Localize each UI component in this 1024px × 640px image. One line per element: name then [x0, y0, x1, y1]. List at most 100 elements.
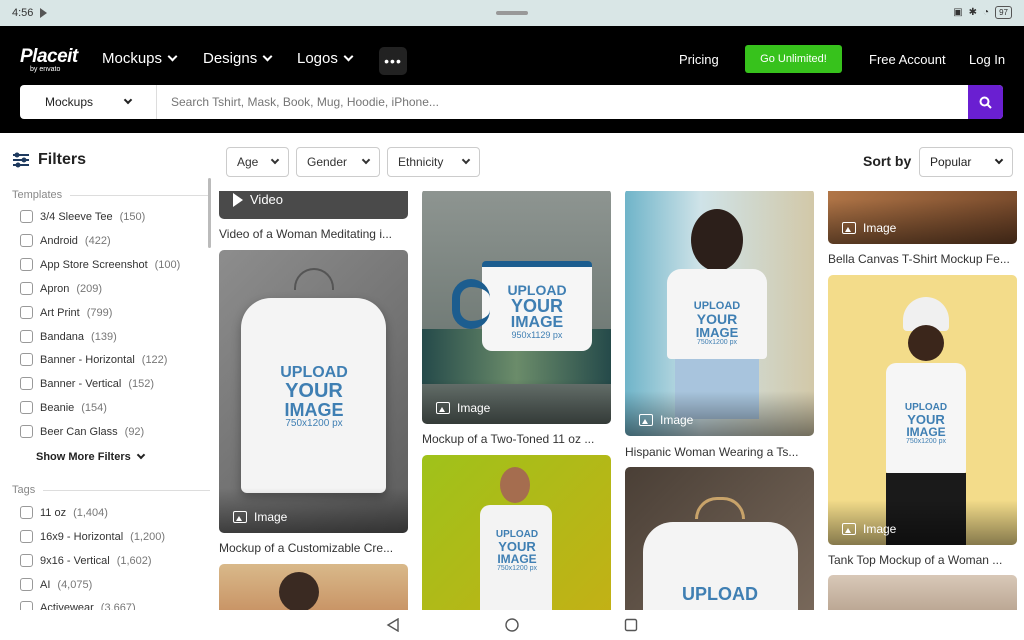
- ethnicity-filter-dropdown[interactable]: Ethnicity: [387, 147, 480, 177]
- checkbox[interactable]: [20, 554, 33, 567]
- show-more-filters-button[interactable]: Show More Filters: [36, 450, 145, 463]
- result-card-sweatshirt[interactable]: UPLOAD YOUR IMAGE 750x1200 px Image: [219, 250, 408, 533]
- results-grid: Video Video of a Woman Meditating i... U…: [212, 191, 1024, 610]
- pricing-link[interactable]: Pricing: [679, 52, 719, 67]
- filter-item-count: (154): [81, 401, 107, 414]
- card-caption[interactable]: Hispanic Woman Wearing a Ts...: [625, 445, 814, 459]
- checkbox[interactable]: [20, 210, 33, 223]
- card-caption[interactable]: Mockup of a Customizable Cre...: [219, 541, 408, 555]
- checkbox[interactable]: [20, 401, 33, 414]
- result-card-video[interactable]: Video: [219, 191, 408, 219]
- filter-item-count: (3,667): [100, 601, 136, 611]
- menu-mockups[interactable]: Mockups: [102, 50, 178, 67]
- free-account-link[interactable]: Free Account: [869, 52, 946, 67]
- go-unlimited-button[interactable]: Go Unlimited!: [745, 45, 842, 73]
- checkbox[interactable]: [20, 330, 33, 343]
- search-input[interactable]: [157, 85, 968, 119]
- upload-line: IMAGE: [510, 314, 564, 331]
- checkbox[interactable]: [20, 353, 33, 366]
- filter-item[interactable]: Android (422): [20, 234, 111, 247]
- filter-item[interactable]: Beer Can Glass (92): [20, 425, 144, 438]
- chevron-down-icon: [361, 155, 371, 165]
- ethnicity-filter-label: Ethnicity: [398, 155, 444, 169]
- filter-item-count: (4,075): [57, 578, 93, 591]
- gender-filter-label: Gender: [307, 155, 348, 169]
- upload-placeholder: UPLOAD YOUR IMAGE 750x1200 px: [259, 365, 369, 429]
- filters-title: Filters: [38, 151, 87, 168]
- chevron-down-icon: [123, 95, 133, 105]
- drag-handle[interactable]: [496, 11, 528, 15]
- filter-item[interactable]: Banner - Vertical (152): [20, 377, 154, 390]
- checkbox[interactable]: [20, 578, 33, 591]
- filter-item[interactable]: Art Print (799): [20, 306, 112, 319]
- result-card-woman[interactable]: [219, 564, 408, 610]
- result-card-partial[interactable]: [828, 575, 1017, 610]
- gender-filter-dropdown[interactable]: Gender: [296, 147, 380, 177]
- search-bar: Mockups: [20, 85, 1003, 119]
- filter-item-count: (1,404): [73, 506, 108, 519]
- filter-item[interactable]: 16x9 - Horizontal (1,200): [20, 530, 165, 543]
- checkbox[interactable]: [20, 306, 33, 319]
- filter-item-count: (139): [91, 330, 117, 343]
- filter-item-label: 9x16 - Vertical: [40, 554, 110, 567]
- filter-item[interactable]: Activewear (3,667): [20, 601, 136, 610]
- sort-value: Popular: [930, 155, 972, 169]
- upload-line: UPLOAD: [507, 282, 567, 298]
- filter-item[interactable]: 9x16 - Vertical (1,602): [20, 554, 152, 567]
- search-category-select[interactable]: Mockups: [20, 85, 157, 119]
- checkbox[interactable]: [20, 234, 33, 247]
- result-card-tanktop-woman[interactable]: UPLOAD YOUR IMAGE 750x1200 px Image: [828, 275, 1017, 545]
- result-card-bella-canvas[interactable]: Image: [828, 191, 1017, 244]
- result-card-sweatshirt-wood[interactable]: UPLOAD: [625, 467, 814, 610]
- filter-item[interactable]: 3/4 Sleeve Tee (150): [20, 210, 145, 223]
- checkbox[interactable]: [20, 506, 33, 519]
- age-filter-dropdown[interactable]: Age: [226, 147, 289, 177]
- templates-section-label: Templates: [12, 189, 210, 201]
- card-caption[interactable]: Video of a Woman Meditating i...: [219, 227, 408, 241]
- checkbox[interactable]: [20, 425, 33, 438]
- card-caption[interactable]: Mockup of a Two-Toned 11 oz ...: [422, 432, 611, 446]
- checkbox[interactable]: [20, 377, 33, 390]
- image-icon: [233, 511, 247, 523]
- checkbox[interactable]: [20, 282, 33, 295]
- login-link[interactable]: Log In: [969, 52, 1005, 67]
- back-icon[interactable]: [386, 618, 400, 632]
- home-icon[interactable]: [505, 618, 519, 632]
- filter-item-label: App Store Screenshot: [40, 258, 148, 271]
- filter-item-label: Banner - Horizontal: [40, 353, 135, 366]
- placeit-logo[interactable]: Placeit by envato: [20, 46, 78, 73]
- filter-item-label: Apron: [40, 282, 70, 295]
- upload-line: UPLOAD: [280, 364, 348, 381]
- filter-item[interactable]: Banner - Horizontal (122): [20, 353, 167, 366]
- menu-logos[interactable]: Logos: [297, 50, 354, 67]
- recents-icon[interactable]: [624, 618, 638, 632]
- sort-by-label: Sort by: [863, 153, 912, 169]
- more-menu-button[interactable]: •••: [379, 47, 407, 75]
- card-caption[interactable]: Tank Top Mockup of a Woman ...: [828, 553, 1017, 567]
- filter-item[interactable]: 11 oz (1,404): [20, 506, 108, 519]
- card-caption[interactable]: Bella Canvas T-Shirt Mockup Fe...: [828, 252, 1017, 266]
- filter-item[interactable]: Beanie (154): [20, 401, 107, 414]
- person-head: [908, 325, 944, 361]
- checkbox[interactable]: [20, 258, 33, 271]
- sidebar-scrollbar[interactable]: [208, 178, 211, 248]
- chevron-down-icon: [262, 51, 273, 62]
- search-button[interactable]: [968, 85, 1003, 119]
- filter-item[interactable]: Bandana (139): [20, 330, 117, 343]
- play-store-icon: [40, 8, 47, 18]
- menu-designs[interactable]: Designs: [203, 50, 273, 67]
- filter-item-count: (799): [86, 306, 113, 319]
- checkbox[interactable]: [20, 601, 33, 610]
- upload-line: YOUR: [285, 380, 343, 402]
- result-card-mug[interactable]: UPLOAD YOUR IMAGE 950x1129 px Image: [422, 191, 611, 424]
- filter-item[interactable]: App Store Screenshot (100): [20, 258, 180, 271]
- filter-bar: Age Gender Ethnicity Sort by Popular: [212, 133, 1024, 191]
- filter-item[interactable]: Apron (209): [20, 282, 102, 295]
- sort-select[interactable]: Popular: [919, 147, 1013, 177]
- chevron-down-icon: [167, 51, 178, 62]
- checkbox[interactable]: [20, 530, 33, 543]
- filter-item[interactable]: AI (4,075): [20, 578, 92, 591]
- result-card-tanktop-man[interactable]: UPLOAD YOUR IMAGE 750x1200 px: [422, 455, 611, 610]
- result-card-hispanic-woman[interactable]: UPLOAD YOUR IMAGE 750x1200 px Image: [625, 191, 814, 436]
- upload-placeholder: UPLOAD: [665, 585, 775, 603]
